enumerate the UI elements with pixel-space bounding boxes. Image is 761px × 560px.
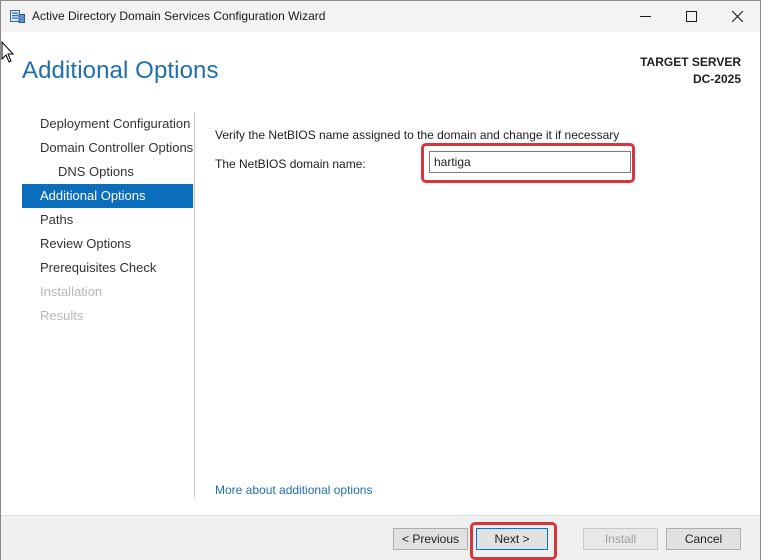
nav-item-prerequisites-check[interactable]: Prerequisites Check bbox=[22, 256, 193, 280]
minimize-button[interactable] bbox=[622, 1, 668, 32]
nav-divider bbox=[194, 112, 195, 497]
previous-button[interactable]: < Previous bbox=[393, 528, 468, 550]
target-server-name: DC-2025 bbox=[692, 72, 741, 86]
target-server-label: TARGET SERVER bbox=[640, 55, 741, 69]
more-about-additional-options-link[interactable]: More about additional options bbox=[215, 483, 372, 497]
close-icon bbox=[731, 11, 743, 22]
page-title: Additional Options bbox=[22, 57, 219, 84]
nav-item-additional-options[interactable]: Additional Options bbox=[22, 184, 193, 208]
mouse-pointer-icon bbox=[1, 41, 15, 63]
wizard-nav: Deployment Configuration Domain Controll… bbox=[22, 112, 193, 328]
minimize-icon bbox=[639, 16, 651, 17]
nav-item-domain-controller-options[interactable]: Domain Controller Options bbox=[22, 136, 193, 160]
title-bar[interactable]: Active Directory Domain Services Configu… bbox=[1, 1, 760, 32]
maximize-icon bbox=[685, 11, 697, 22]
nav-item-deployment-configuration[interactable]: Deployment Configuration bbox=[22, 112, 193, 136]
maximize-button[interactable] bbox=[668, 1, 714, 32]
netbios-name-label: The NetBIOS domain name: bbox=[215, 157, 366, 171]
wizard-footer: < Previous Next > Install Cancel bbox=[1, 515, 760, 560]
nav-item-paths[interactable]: Paths bbox=[22, 208, 193, 232]
instruction-text: Verify the NetBIOS name assigned to the … bbox=[215, 128, 620, 142]
nav-item-results: Results bbox=[40, 308, 84, 323]
nav-item-review-options[interactable]: Review Options bbox=[22, 232, 193, 256]
nav-item-dns-options[interactable]: DNS Options bbox=[22, 160, 193, 184]
nav-item-installation: Installation bbox=[40, 284, 103, 299]
install-button: Install bbox=[583, 528, 658, 550]
cancel-button[interactable]: Cancel bbox=[666, 528, 741, 550]
netbios-name-input[interactable] bbox=[429, 151, 631, 173]
server-manager-icon bbox=[10, 10, 25, 23]
wizard-window: Active Directory Domain Services Configu… bbox=[0, 0, 761, 560]
next-button[interactable]: Next > bbox=[476, 528, 548, 550]
window-title: Active Directory Domain Services Configu… bbox=[32, 9, 326, 23]
close-button[interactable] bbox=[714, 1, 760, 32]
